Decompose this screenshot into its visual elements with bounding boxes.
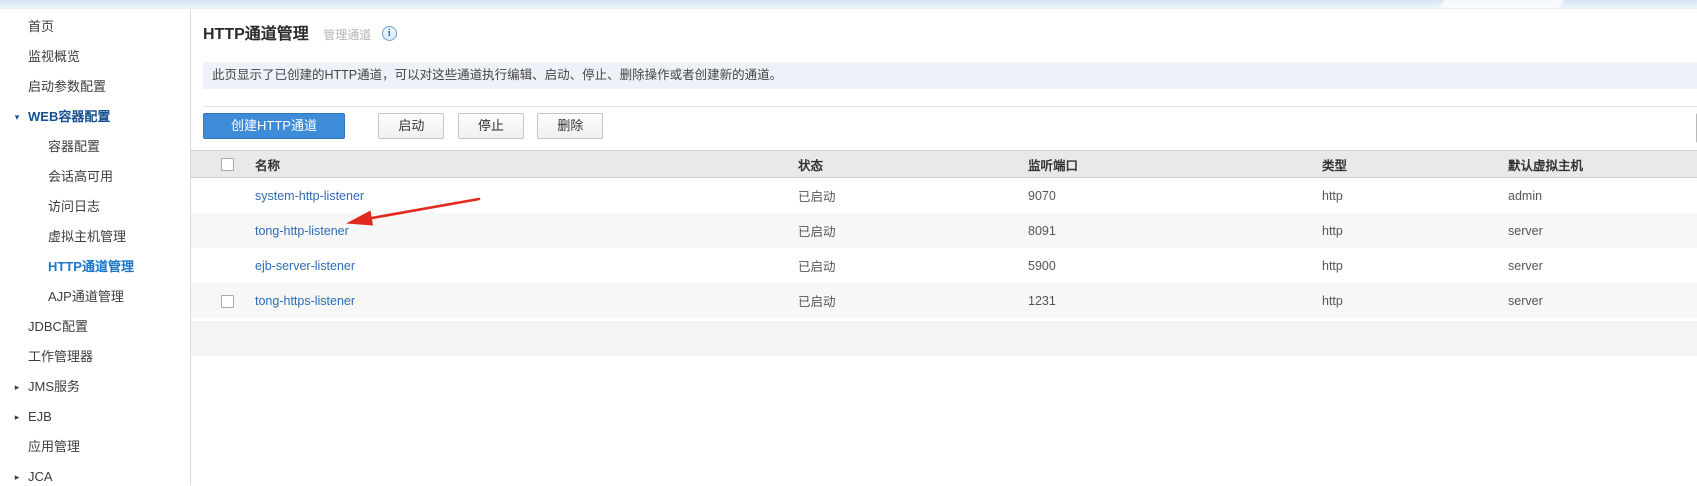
- sidebar-item-jca[interactable]: ▸JCA: [0, 462, 190, 486]
- row-checkbox[interactable]: [221, 295, 234, 308]
- sidebar-item-label: 首页: [0, 12, 54, 42]
- status-text: 已启动: [798, 186, 1028, 205]
- page-title: HTTP通道管理: [203, 24, 309, 46]
- type-text: http: [1322, 224, 1508, 238]
- vhost-text: server: [1508, 224, 1697, 238]
- listener-table: 名称 状态 监听端口 类型 默认虚拟主机 system-http-listene…: [191, 150, 1697, 356]
- create-http-channel-button[interactable]: 创建HTTP通道: [203, 113, 345, 139]
- sidebar-item-label: 虚拟主机管理: [0, 222, 126, 252]
- sidebar-item-access-log[interactable]: 访问日志: [0, 192, 190, 222]
- sidebar-item-label: JDBC配置: [0, 312, 88, 342]
- table-footer-band: [191, 321, 1697, 356]
- column-header-vhost: 默认虚拟主机: [1508, 155, 1697, 174]
- status-text: 已启动: [798, 291, 1028, 310]
- header-checkbox-cell: [191, 157, 255, 171]
- table-row: ejb-server-listener 已启动 5900 http server: [191, 248, 1697, 283]
- sidebar-item-home[interactable]: 首页: [0, 12, 190, 42]
- chevron-right-icon[interactable]: ▸: [10, 462, 24, 486]
- sidebar-item-label: 应用管理: [0, 432, 80, 462]
- chevron-down-icon[interactable]: ▾: [10, 102, 24, 132]
- sidebar-item-work-manager[interactable]: 工作管理器: [0, 342, 190, 372]
- sidebar-item-monitor-overview[interactable]: 监视概览: [0, 42, 190, 72]
- type-text: http: [1322, 259, 1508, 273]
- sidebar-item-startup-params[interactable]: 启动参数配置: [0, 72, 190, 102]
- page-header: HTTP通道管理 管理通道 i: [203, 24, 1697, 46]
- sidebar-item-jdbc-config[interactable]: JDBC配置: [0, 312, 190, 342]
- table-row: tong-http-listener 已启动 8091 http server: [191, 213, 1697, 248]
- select-all-checkbox[interactable]: [221, 158, 234, 171]
- type-text: http: [1322, 189, 1508, 203]
- chevron-right-icon[interactable]: ▸: [10, 372, 24, 402]
- port-text: 1231: [1028, 294, 1322, 308]
- status-text: 已启动: [798, 256, 1028, 275]
- listener-link[interactable]: system-http-listener: [255, 189, 364, 203]
- sidebar-item-label: 容器配置: [0, 132, 100, 162]
- sidebar-item-jms-service[interactable]: ▸JMS服务: [0, 372, 190, 402]
- sidebar-item-app-management[interactable]: 应用管理: [0, 432, 190, 462]
- table-row: tong-https-listener 已启动 1231 http server: [191, 283, 1697, 318]
- sidebar-item-web-container[interactable]: ▾WEB容器配置: [0, 102, 190, 132]
- toolbar: 创建HTTP通道 启动 停止 删除: [203, 113, 1697, 140]
- column-header-port: 监听端口: [1028, 155, 1322, 174]
- page-subtitle: 管理通道: [323, 24, 371, 46]
- sidebar-item-label: EJB: [0, 402, 52, 432]
- vhost-text: server: [1508, 294, 1697, 308]
- sidebar-item-label: HTTP通道管理: [0, 252, 134, 282]
- listener-link[interactable]: ejb-server-listener: [255, 259, 355, 273]
- sidebar-nav: 首页 监视概览 启动参数配置 ▾WEB容器配置 容器配置 会话高可用 访问日志 …: [0, 9, 191, 485]
- table-header-row: 名称 状态 监听端口 类型 默认虚拟主机: [191, 150, 1697, 178]
- info-icon[interactable]: i: [382, 26, 397, 41]
- sidebar-item-label: 启动参数配置: [0, 72, 106, 102]
- sidebar-item-ajp-channel[interactable]: AJP通道管理: [0, 282, 190, 312]
- stop-button[interactable]: 停止: [458, 113, 524, 139]
- sidebar-item-label: 会话高可用: [0, 162, 113, 192]
- sidebar-item-label: 访问日志: [0, 192, 100, 222]
- main-content: HTTP通道管理 管理通道 i 此页显示了已创建的HTTP通道，可以对这些通道执…: [191, 9, 1697, 485]
- delete-button[interactable]: 删除: [537, 113, 603, 139]
- sidebar-item-container-config[interactable]: 容器配置: [0, 132, 190, 162]
- sidebar-item-label: AJP通道管理: [0, 282, 124, 312]
- sidebar-item-virtual-host[interactable]: 虚拟主机管理: [0, 222, 190, 252]
- column-header-name: 名称: [255, 155, 798, 174]
- start-button[interactable]: 启动: [378, 113, 444, 139]
- listener-link[interactable]: tong-http-listener: [255, 224, 349, 238]
- port-text: 9070: [1028, 189, 1322, 203]
- sidebar-item-session-ha[interactable]: 会话高可用: [0, 162, 190, 192]
- top-strip-swoosh: [1433, 0, 1567, 9]
- divider: [203, 106, 1697, 107]
- page-description: 此页显示了已创建的HTTP通道，可以对这些通道执行编辑、启动、停止、删除操作或者…: [203, 62, 1697, 89]
- column-header-status: 状态: [798, 155, 1028, 174]
- sidebar-item-label: 工作管理器: [0, 342, 93, 372]
- port-text: 8091: [1028, 224, 1322, 238]
- vhost-text: server: [1508, 259, 1697, 273]
- row-checkbox-cell: [191, 293, 255, 307]
- status-text: 已启动: [798, 221, 1028, 240]
- top-window-strip: [0, 0, 1697, 9]
- column-header-type: 类型: [1322, 155, 1508, 174]
- sidebar-item-http-channel[interactable]: HTTP通道管理: [0, 252, 190, 282]
- sidebar-item-label: JCA: [0, 462, 53, 486]
- port-text: 5900: [1028, 259, 1322, 273]
- sidebar-item-label: 监视概览: [0, 42, 80, 72]
- chevron-right-icon[interactable]: ▸: [10, 402, 24, 432]
- vhost-text: admin: [1508, 189, 1697, 203]
- table-row: system-http-listener 已启动 9070 http admin: [191, 178, 1697, 213]
- type-text: http: [1322, 294, 1508, 308]
- listener-link[interactable]: tong-https-listener: [255, 294, 355, 308]
- sidebar-item-ejb[interactable]: ▸EJB: [0, 402, 190, 432]
